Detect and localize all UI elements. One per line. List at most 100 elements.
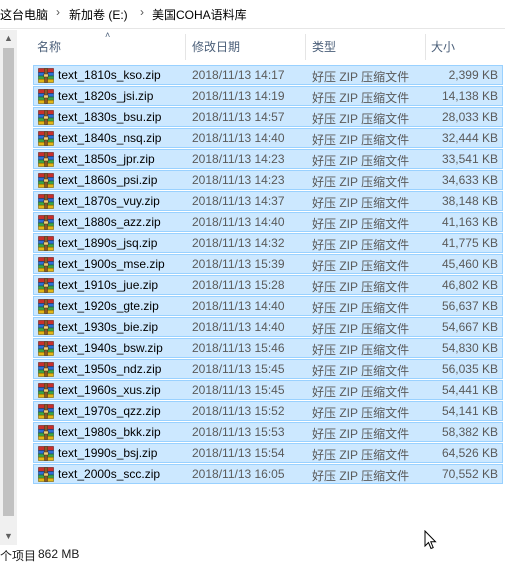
file-size: 70,552 KB — [441, 467, 498, 481]
zip-archive-icon — [38, 131, 54, 146]
breadcrumb-drive-e[interactable]: 新加卷 (E:) — [69, 6, 128, 23]
file-row[interactable]: text_1900s_mse.zip 2018/11/13 15:39 好压 ZIP… — [33, 254, 503, 274]
breadcrumb-this-pc[interactable]: 这台电脑 — [0, 6, 48, 23]
zip-archive-icon — [38, 383, 54, 398]
file-name: text_2000s_scc.zip — [58, 467, 161, 481]
file-size: 64,526 KB — [441, 446, 498, 460]
file-name: text_1920s_gte.zip — [58, 299, 159, 313]
vertical-scrollbar[interactable]: ▲ ▼ — [0, 30, 17, 545]
file-row[interactable]: text_1970s_qzz.zip 2018/11/13 15:52 好压 ZIP… — [33, 401, 503, 421]
column-divider[interactable] — [185, 34, 186, 60]
file-size: 33,541 KB — [441, 152, 498, 166]
file-name: text_1960s_xus.zip — [58, 383, 161, 397]
file-row[interactable]: text_1930s_bie.zip 2018/11/13 14:40 好压 ZIP… — [33, 317, 503, 337]
file-name: text_1830s_bsu.zip — [58, 110, 162, 124]
zip-archive-icon — [38, 341, 54, 356]
file-row[interactable]: text_1890s_jsq.zip 2018/11/13 14:32 好压 ZIP… — [33, 233, 503, 253]
file-size: 46,802 KB — [441, 278, 498, 292]
zip-archive-icon — [38, 320, 54, 335]
file-size: 34,633 KB — [441, 173, 498, 187]
file-row[interactable]: text_1910s_jue.zip 2018/11/13 15:28 好压 ZIP… — [33, 275, 503, 295]
column-date-header[interactable]: 修改日期 — [192, 38, 240, 55]
file-type: 好压 ZIP 压缩文件 — [312, 301, 410, 315]
scrollbar-thumb[interactable] — [3, 48, 14, 516]
file-type: 好压 ZIP 压缩文件 — [312, 364, 410, 378]
file-row[interactable]: text_1960s_xus.zip 2018/11/13 15:45 好压 ZIP… — [33, 380, 503, 400]
file-row[interactable]: text_1940s_bsw.zip 2018/11/13 15:46 好压 ZIP… — [33, 338, 503, 358]
file-type: 好压 ZIP 压缩文件 — [312, 112, 410, 126]
file-name: text_1990s_bsj.zip — [58, 446, 158, 460]
file-size: 54,830 KB — [441, 341, 498, 355]
column-name-header[interactable]: 名称 — [37, 38, 61, 55]
file-type: 好压 ZIP 压缩文件 — [312, 427, 410, 441]
file-row[interactable]: text_1820s_jsi.zip 2018/11/13 14:19 好压 ZIP… — [33, 86, 503, 106]
scroll-up-arrow-icon[interactable]: ▲ — [0, 30, 17, 47]
zip-archive-icon — [38, 68, 54, 83]
breadcrumb-coha-folder[interactable]: 美国COHA语料库 — [152, 6, 247, 23]
file-row[interactable]: text_1840s_nsq.zip 2018/11/13 14:40 好压 ZIP… — [33, 128, 503, 148]
file-row[interactable]: text_1920s_gte.zip 2018/11/13 14:40 好压 ZIP… — [33, 296, 503, 316]
file-modified-date: 2018/11/13 15:52 — [192, 404, 285, 418]
file-size: 28,033 KB — [441, 110, 498, 124]
file-size: 54,441 KB — [441, 383, 498, 397]
scroll-down-arrow-icon[interactable]: ▼ — [0, 528, 17, 545]
file-name: text_1880s_azz.zip — [58, 215, 161, 229]
zip-archive-icon — [38, 194, 54, 209]
file-name: text_1910s_jue.zip — [58, 278, 159, 292]
file-modified-date: 2018/11/13 14:57 — [192, 110, 285, 124]
file-row[interactable]: text_1980s_bkk.zip 2018/11/13 15:53 好压 ZIP… — [33, 422, 503, 442]
column-header: ˄ 名称 修改日期 类型 大小 — [17, 30, 505, 62]
column-size-header[interactable]: 大小 — [431, 38, 455, 55]
mouse-cursor-icon — [424, 530, 437, 550]
file-row[interactable]: text_1870s_vuy.zip 2018/11/13 14:37 好压 ZIP… — [33, 191, 503, 211]
file-modified-date: 2018/11/13 15:45 — [192, 383, 285, 397]
column-type-header[interactable]: 类型 — [312, 38, 336, 55]
zip-archive-icon — [38, 215, 54, 230]
file-type: 好压 ZIP 压缩文件 — [312, 154, 410, 168]
file-size: 14,138 KB — [441, 89, 498, 103]
file-type: 好压 ZIP 压缩文件 — [312, 343, 410, 357]
file-type: 好压 ZIP 压缩文件 — [312, 91, 410, 105]
file-size: 41,163 KB — [441, 215, 498, 229]
file-row[interactable]: text_1990s_bsj.zip 2018/11/13 15:54 好压 ZIP… — [33, 443, 503, 463]
file-modified-date: 2018/11/13 14:40 — [192, 131, 285, 145]
file-modified-date: 2018/11/13 14:40 — [192, 215, 285, 229]
file-row[interactable]: text_1880s_azz.zip 2018/11/13 14:40 好压 ZIP… — [33, 212, 503, 232]
file-modified-date: 2018/11/13 14:19 — [192, 89, 285, 103]
file-modified-date: 2018/11/13 15:53 — [192, 425, 285, 439]
file-type: 好压 ZIP 压缩文件 — [312, 175, 410, 189]
file-modified-date: 2018/11/13 15:54 — [192, 446, 285, 460]
file-size: 56,035 KB — [441, 362, 498, 376]
breadcrumb-separator: › — [56, 5, 60, 19]
zip-archive-icon — [38, 467, 54, 482]
file-name: text_1980s_bkk.zip — [58, 425, 161, 439]
file-row[interactable]: text_1950s_ndz.zip 2018/11/13 15:45 好压 ZIP… — [33, 359, 503, 379]
file-list: text_1810s_kso.zip 2018/11/13 14:17 好压 ZIP… — [33, 65, 503, 485]
column-divider[interactable] — [305, 34, 306, 60]
file-row[interactable]: text_1860s_psi.zip 2018/11/13 14:23 好压 ZIP… — [33, 170, 503, 190]
file-row[interactable]: text_1810s_kso.zip 2018/11/13 14:17 好压 ZIP… — [33, 65, 503, 85]
file-row[interactable]: text_2000s_scc.zip 2018/11/13 16:05 好压 ZIP… — [33, 464, 503, 484]
file-row[interactable]: text_1830s_bsu.zip 2018/11/13 14:57 好压 ZIP… — [33, 107, 503, 127]
file-name: text_1950s_ndz.zip — [58, 362, 162, 376]
breadcrumb: 这台电脑 › 新加卷 (E:) › 美国COHA语料库 — [0, 0, 505, 29]
file-type: 好压 ZIP 压缩文件 — [312, 406, 410, 420]
file-type: 好压 ZIP 压缩文件 — [312, 259, 410, 273]
file-size: 58,382 KB — [441, 425, 498, 439]
selected-size-label: 862 MB — [38, 547, 80, 561]
file-modified-date: 2018/11/13 15:46 — [192, 341, 285, 355]
file-row[interactable]: text_1850s_jpr.zip 2018/11/13 14:23 好压 ZIP… — [33, 149, 503, 169]
file-name: text_1890s_jsq.zip — [58, 236, 158, 250]
sort-ascending-icon: ˄ — [105, 30, 111, 40]
file-size: 32,444 KB — [441, 131, 498, 145]
zip-archive-icon — [38, 257, 54, 272]
file-modified-date: 2018/11/13 15:28 — [192, 278, 285, 292]
file-name: text_1820s_jsi.zip — [58, 89, 154, 103]
file-type: 好压 ZIP 压缩文件 — [312, 70, 410, 84]
file-size: 56,637 KB — [441, 299, 498, 313]
file-name: text_1810s_kso.zip — [58, 68, 161, 82]
column-divider[interactable] — [425, 34, 426, 60]
file-type: 好压 ZIP 压缩文件 — [312, 196, 410, 210]
file-name: text_1940s_bsw.zip — [58, 341, 163, 355]
zip-archive-icon — [38, 152, 54, 167]
